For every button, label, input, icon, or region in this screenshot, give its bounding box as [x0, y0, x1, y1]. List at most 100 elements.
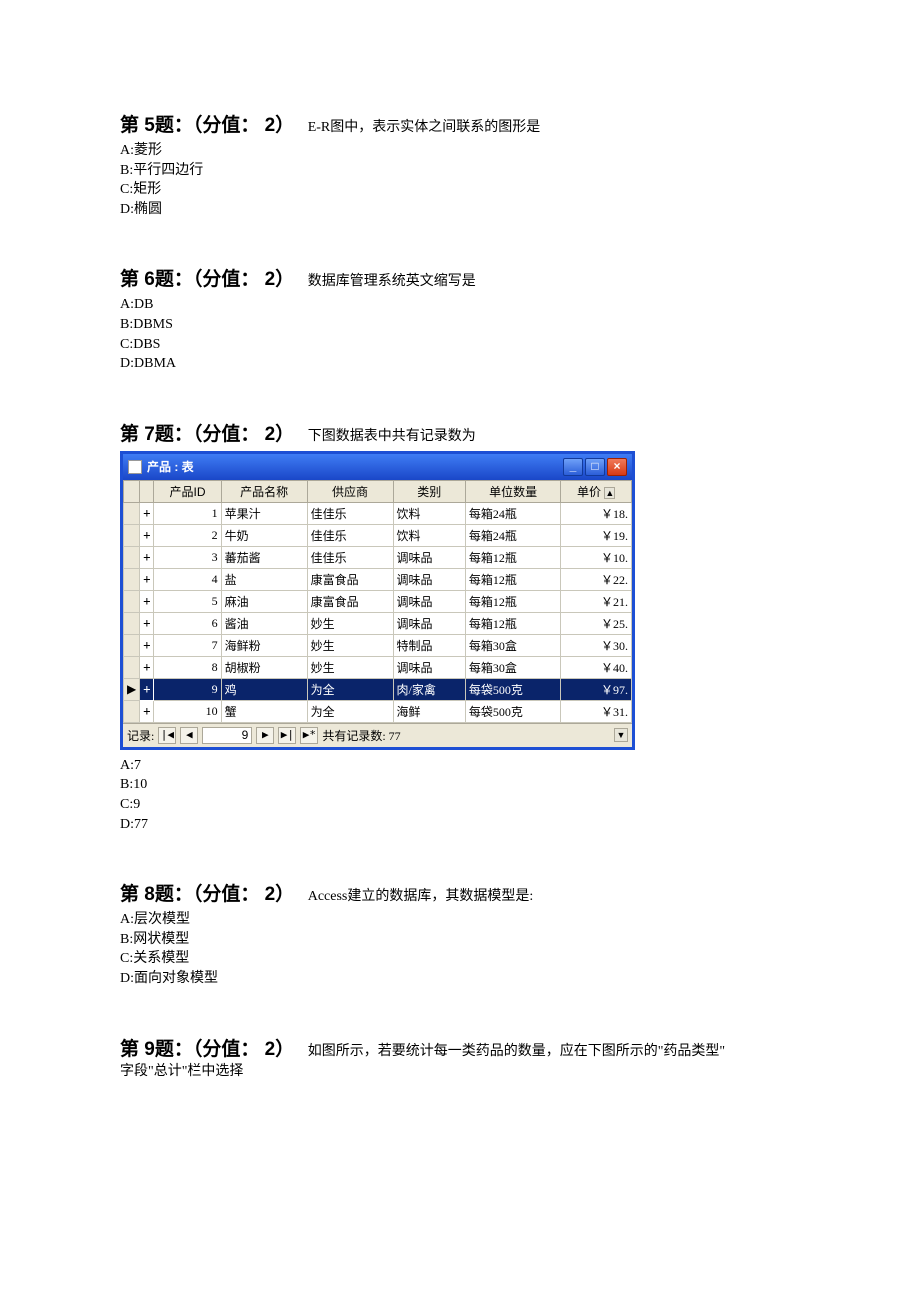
maximize-button[interactable]: □ — [585, 458, 605, 476]
nav-new-button[interactable]: ▶* — [300, 727, 318, 744]
cell-product-id[interactable]: 4 — [154, 568, 221, 590]
nav-last-button[interactable]: ▶| — [278, 727, 296, 744]
cell-product-id[interactable]: 9 — [154, 678, 221, 700]
row-selector-header[interactable] — [124, 480, 140, 502]
cell-product-id[interactable]: 10 — [154, 700, 221, 722]
expand-icon[interactable]: + — [140, 612, 154, 634]
cell-product-id[interactable]: 7 — [154, 634, 221, 656]
cell-category[interactable]: 饮料 — [393, 524, 465, 546]
products-table[interactable]: 产品ID 产品名称 供应商 类别 单位数量 单价 ▲ +1苹果汁佳佳乐饮料每箱2… — [123, 480, 632, 723]
cell-supplier[interactable]: 妙生 — [307, 634, 393, 656]
cell-unit-price[interactable]: ￥18. — [561, 502, 632, 524]
cell-unit-qty[interactable]: 每箱12瓶 — [465, 568, 560, 590]
scroll-up-icon[interactable]: ▲ — [604, 487, 615, 499]
expand-icon[interactable]: + — [140, 678, 154, 700]
row-selector[interactable] — [124, 502, 140, 524]
cell-supplier[interactable]: 为全 — [307, 678, 393, 700]
expand-icon[interactable]: + — [140, 656, 154, 678]
cell-unit-price[interactable]: ￥22. — [561, 568, 632, 590]
scroll-down-icon[interactable]: ▼ — [614, 728, 628, 742]
cell-unit-price[interactable]: ￥25. — [561, 612, 632, 634]
row-selector[interactable] — [124, 612, 140, 634]
table-row[interactable]: ▶+9鸡为全肉/家禽每袋500克￥97. — [124, 678, 632, 700]
nav-next-button[interactable]: ▶ — [256, 727, 274, 744]
cell-supplier[interactable]: 佳佳乐 — [307, 524, 393, 546]
table-row[interactable]: +5麻油康富食品调味品每箱12瓶￥21. — [124, 590, 632, 612]
cell-unit-qty[interactable]: 每袋500克 — [465, 678, 560, 700]
cell-unit-qty[interactable]: 每箱30盒 — [465, 656, 560, 678]
cell-supplier[interactable]: 康富食品 — [307, 568, 393, 590]
cell-product-name[interactable]: 酱油 — [221, 612, 307, 634]
cell-category[interactable]: 肉/家禽 — [393, 678, 465, 700]
cell-supplier[interactable]: 妙生 — [307, 656, 393, 678]
col-unit-qty[interactable]: 单位数量 — [465, 480, 560, 502]
expand-icon[interactable]: + — [140, 546, 154, 568]
nav-prev-button[interactable]: ◀ — [180, 727, 198, 744]
cell-supplier[interactable]: 妙生 — [307, 612, 393, 634]
cell-category[interactable]: 饮料 — [393, 502, 465, 524]
expand-icon[interactable]: + — [140, 524, 154, 546]
cell-product-name[interactable]: 盐 — [221, 568, 307, 590]
cell-unit-qty[interactable]: 每箱24瓶 — [465, 502, 560, 524]
cell-unit-qty[interactable]: 每箱12瓶 — [465, 590, 560, 612]
table-row[interactable]: +2牛奶佳佳乐饮料每箱24瓶￥19. — [124, 524, 632, 546]
cell-product-id[interactable]: 5 — [154, 590, 221, 612]
row-selector[interactable] — [124, 634, 140, 656]
cell-product-id[interactable]: 6 — [154, 612, 221, 634]
cell-product-id[interactable]: 2 — [154, 524, 221, 546]
table-row[interactable]: +4盐康富食品调味品每箱12瓶￥22. — [124, 568, 632, 590]
nav-first-button[interactable]: |◀ — [158, 727, 176, 744]
table-row[interactable]: +7海鲜粉妙生特制品每箱30盒￥30. — [124, 634, 632, 656]
cell-supplier[interactable]: 为全 — [307, 700, 393, 722]
col-unit-price[interactable]: 单价 ▲ — [561, 480, 632, 502]
table-row[interactable]: +10蟹为全海鲜每袋500克￥31. — [124, 700, 632, 722]
cell-product-name[interactable]: 蕃茄酱 — [221, 546, 307, 568]
cell-product-name[interactable]: 蟹 — [221, 700, 307, 722]
row-selector[interactable] — [124, 700, 140, 722]
row-selector[interactable]: ▶ — [124, 678, 140, 700]
cell-product-name[interactable]: 鸡 — [221, 678, 307, 700]
cell-unit-price[interactable]: ￥40. — [561, 656, 632, 678]
cell-unit-price[interactable]: ￥31. — [561, 700, 632, 722]
cell-product-name[interactable]: 海鲜粉 — [221, 634, 307, 656]
cell-category[interactable]: 调味品 — [393, 546, 465, 568]
cell-supplier[interactable]: 佳佳乐 — [307, 502, 393, 524]
cell-unit-price[interactable]: ￥97. — [561, 678, 632, 700]
expand-icon[interactable]: + — [140, 502, 154, 524]
row-selector[interactable] — [124, 568, 140, 590]
cell-unit-price[interactable]: ￥21. — [561, 590, 632, 612]
cell-product-name[interactable]: 苹果汁 — [221, 502, 307, 524]
col-category[interactable]: 类别 — [393, 480, 465, 502]
cell-unit-price[interactable]: ￥19. — [561, 524, 632, 546]
row-selector[interactable] — [124, 524, 140, 546]
expand-icon[interactable]: + — [140, 700, 154, 722]
cell-unit-price[interactable]: ￥30. — [561, 634, 632, 656]
expand-icon[interactable]: + — [140, 634, 154, 656]
cell-category[interactable]: 海鲜 — [393, 700, 465, 722]
row-selector[interactable] — [124, 656, 140, 678]
cell-product-name[interactable]: 牛奶 — [221, 524, 307, 546]
table-row[interactable]: +6酱油妙生调味品每箱12瓶￥25. — [124, 612, 632, 634]
row-selector[interactable] — [124, 590, 140, 612]
table-row[interactable]: +1苹果汁佳佳乐饮料每箱24瓶￥18. — [124, 502, 632, 524]
nav-current-record[interactable] — [202, 727, 252, 744]
cell-unit-qty[interactable]: 每箱12瓶 — [465, 612, 560, 634]
cell-unit-price[interactable]: ￥10. — [561, 546, 632, 568]
cell-product-name[interactable]: 麻油 — [221, 590, 307, 612]
col-product-id[interactable]: 产品ID — [154, 480, 221, 502]
cell-category[interactable]: 特制品 — [393, 634, 465, 656]
cell-unit-qty[interactable]: 每袋500克 — [465, 700, 560, 722]
col-supplier[interactable]: 供应商 — [307, 480, 393, 502]
cell-unit-qty[interactable]: 每箱12瓶 — [465, 546, 560, 568]
close-button[interactable]: × — [607, 458, 627, 476]
table-row[interactable]: +8胡椒粉妙生调味品每箱30盒￥40. — [124, 656, 632, 678]
expand-icon[interactable]: + — [140, 568, 154, 590]
table-row[interactable]: +3蕃茄酱佳佳乐调味品每箱12瓶￥10. — [124, 546, 632, 568]
cell-supplier[interactable]: 佳佳乐 — [307, 546, 393, 568]
cell-category[interactable]: 调味品 — [393, 568, 465, 590]
cell-category[interactable]: 调味品 — [393, 656, 465, 678]
minimize-button[interactable]: _ — [563, 458, 583, 476]
cell-category[interactable]: 调味品 — [393, 612, 465, 634]
row-selector[interactable] — [124, 546, 140, 568]
col-product-name[interactable]: 产品名称 — [221, 480, 307, 502]
